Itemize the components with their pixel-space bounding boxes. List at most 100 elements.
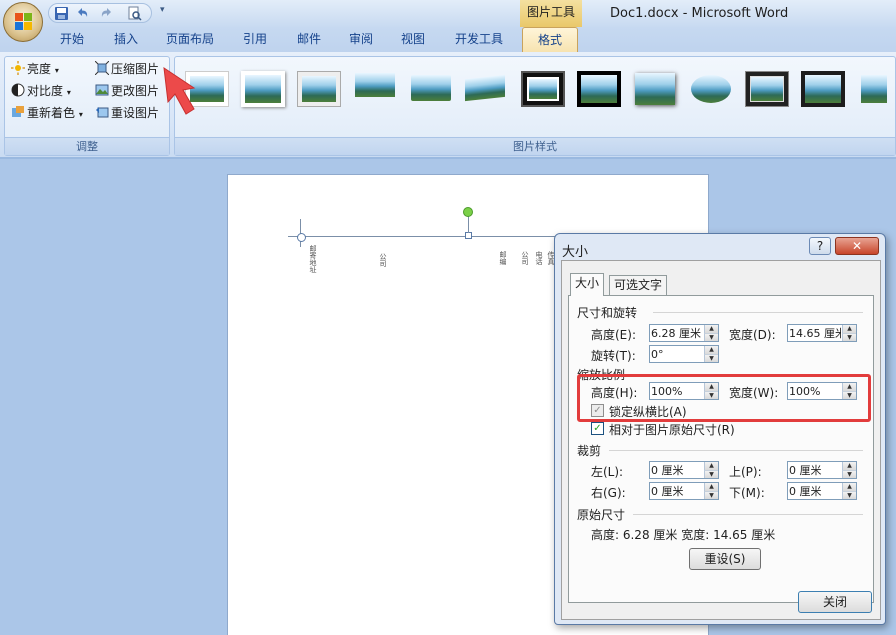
vertical-text: 邮寄地址: [309, 245, 317, 273]
section-size-rotate: 尺寸和旋转: [577, 306, 638, 320]
dialog-title: 大小: [562, 245, 589, 260]
section-divider: [653, 312, 863, 313]
adjust-group-label: 调整: [5, 137, 169, 155]
office-button[interactable]: [3, 2, 43, 42]
tab-developer[interactable]: 开发工具: [446, 27, 512, 52]
crop-bottom-stepper[interactable]: ▲▼: [787, 482, 857, 500]
crop-top-input[interactable]: [789, 463, 841, 477]
picture-style-8[interactable]: [577, 71, 621, 107]
tab-size[interactable]: 大小: [570, 273, 605, 296]
spin-down-icon[interactable]: ▼: [842, 333, 856, 341]
tab-references[interactable]: 引用: [234, 27, 276, 52]
spin-down-icon[interactable]: ▼: [704, 491, 718, 499]
picture-style-9[interactable]: [633, 71, 677, 107]
spin-up-icon[interactable]: ▲: [704, 346, 718, 354]
relative-original-checkbox[interactable]: ✓: [591, 422, 604, 435]
picture-style-5[interactable]: [409, 71, 453, 107]
picture-style-11[interactable]: [745, 71, 789, 107]
tab-view[interactable]: 视图: [392, 27, 434, 52]
picture-tools-context-title: 图片工具: [520, 0, 582, 27]
crop-left-label: 左(L):: [591, 465, 624, 479]
width-stepper[interactable]: ▲▼: [787, 324, 857, 342]
resize-handle-top-middle[interactable]: [465, 232, 472, 239]
reset-picture-icon: [95, 105, 109, 119]
picture-style-6[interactable]: [465, 71, 509, 107]
spin-up-icon[interactable]: ▲: [842, 325, 856, 333]
spin-up-icon[interactable]: ▲: [842, 483, 856, 491]
spin-down-icon[interactable]: ▼: [704, 354, 718, 362]
help-button[interactable]: ?: [809, 237, 831, 255]
save-icon[interactable]: [54, 6, 69, 21]
red-highlight-annotation: [577, 374, 871, 422]
spin-up-icon[interactable]: ▲: [842, 462, 856, 470]
picture-style-3[interactable]: [297, 71, 341, 107]
close-x-button[interactable]: ✕: [835, 237, 879, 255]
compress-pictures-button[interactable]: 压缩图片: [94, 59, 159, 79]
reset-picture-label: 重设图片: [111, 106, 160, 120]
relative-original-label: 相对于图片原始尺寸(R): [609, 423, 735, 437]
crop-right-stepper[interactable]: ▲▼: [649, 482, 719, 500]
change-picture-icon: [95, 83, 109, 97]
reset-button[interactable]: 重设(S): [689, 548, 761, 570]
rotate-handle[interactable]: [463, 207, 473, 217]
undo-icon[interactable]: [75, 6, 90, 21]
spin-up-icon[interactable]: ▲: [704, 325, 718, 333]
customize-qat-icon[interactable]: ▾: [160, 5, 165, 15]
picture-style-12[interactable]: [801, 71, 845, 107]
size-dialog: 大小 ? ✕ 大小 可选文字 尺寸和旋转 高度(E): ▲▼ 宽度(D): ▲▼…: [554, 233, 886, 625]
rotate-input[interactable]: [651, 347, 703, 361]
spin-down-icon[interactable]: ▼: [842, 491, 856, 499]
print-preview-icon[interactable]: [127, 6, 142, 21]
picture-style-13[interactable]: [857, 71, 887, 107]
tab-alt-text[interactable]: 可选文字: [609, 275, 668, 295]
tab-format[interactable]: 格式: [522, 27, 578, 52]
picture-style-2[interactable]: [241, 71, 285, 107]
picture-style-4[interactable]: [353, 71, 397, 107]
title-bar: ▾ 图片工具 Doc1.docx - Microsoft Word: [0, 0, 896, 27]
crop-top-stepper[interactable]: ▲▼: [787, 461, 857, 479]
crop-bottom-label: 下(M):: [729, 486, 765, 500]
section-crop: 裁剪: [577, 444, 602, 458]
tab-page-layout[interactable]: 页面布局: [158, 27, 222, 52]
spin-down-icon[interactable]: ▼: [704, 333, 718, 341]
reset-picture-button[interactable]: 重设图片: [95, 103, 159, 123]
resize-handle-top-left[interactable]: [297, 233, 306, 242]
tab-home[interactable]: 开始: [50, 27, 94, 52]
rotate-stepper[interactable]: ▲▼: [649, 345, 719, 363]
picture-style-7[interactable]: [521, 71, 565, 107]
recolor-label: 重新着色: [27, 106, 76, 120]
red-arrow-annotation: [163, 66, 196, 115]
vertical-text: 公司: [521, 251, 529, 265]
redo-icon[interactable]: [99, 6, 114, 21]
brightness-label: 亮度: [27, 62, 52, 76]
height-stepper[interactable]: ▲▼: [649, 324, 719, 342]
tab-review[interactable]: 审阅: [340, 27, 382, 52]
recolor-button[interactable]: 重新着色 ▾: [11, 103, 83, 123]
crop-bottom-input[interactable]: [789, 484, 841, 498]
change-picture-button[interactable]: 更改图片: [95, 81, 159, 101]
rotate-label: 旋转(T):: [591, 349, 636, 363]
spin-down-icon[interactable]: ▼: [842, 470, 856, 478]
section-original-size: 原始尺寸: [577, 508, 626, 522]
brightness-button[interactable]: 亮度 ▾: [11, 59, 59, 79]
crop-right-input[interactable]: [651, 484, 703, 498]
spin-up-icon[interactable]: ▲: [704, 462, 718, 470]
close-button[interactable]: 关闭: [798, 591, 872, 613]
vertical-text: 邮编: [499, 251, 507, 265]
crop-right-label: 右(G):: [591, 486, 626, 500]
picture-style-10[interactable]: [689, 71, 733, 107]
dialog-body: 大小 可选文字 尺寸和旋转 高度(E): ▲▼ 宽度(D): ▲▼ 旋转(T):…: [561, 260, 881, 620]
spin-up-icon[interactable]: ▲: [704, 483, 718, 491]
section-divider: [609, 450, 863, 451]
dropdown-arrow-icon: ▾: [54, 66, 59, 75]
spin-down-icon[interactable]: ▼: [704, 470, 718, 478]
contrast-button[interactable]: 对比度 ▾: [11, 81, 71, 101]
picture-styles-group-label: 图片样式: [175, 137, 895, 155]
tab-insert[interactable]: 插入: [104, 27, 148, 52]
width-input[interactable]: [789, 326, 841, 340]
tab-mailings[interactable]: 邮件: [288, 27, 330, 52]
crop-left-input[interactable]: [651, 463, 703, 477]
crop-left-stepper[interactable]: ▲▼: [649, 461, 719, 479]
height-input[interactable]: [651, 326, 703, 340]
width-label: 宽度(D):: [729, 328, 776, 342]
